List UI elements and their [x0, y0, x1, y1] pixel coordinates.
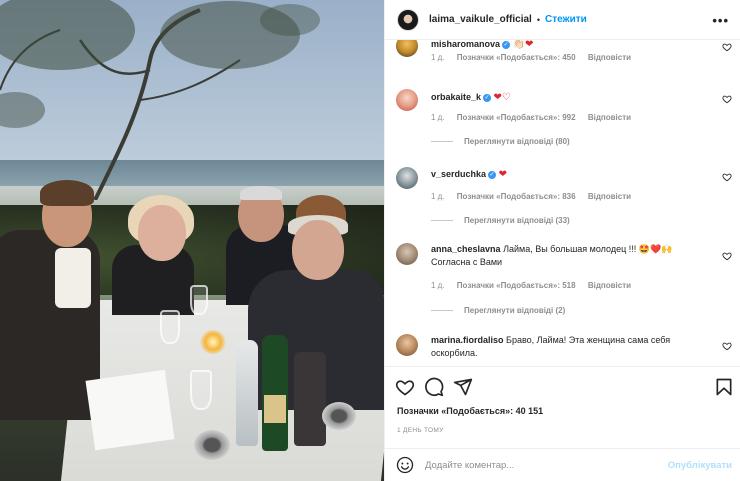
view-replies-label: Переглянути відповіді (80) [464, 137, 570, 146]
photo-person-4-head [292, 220, 344, 280]
verified-badge-icon: ✓ [488, 170, 497, 179]
author-avatar[interactable] [397, 8, 419, 31]
comment-username[interactable]: anna_cheslavna [431, 244, 501, 254]
comment-input[interactable] [425, 456, 655, 474]
header-separator: • [536, 14, 540, 25]
comments-list[interactable]: misharomanova ✓ 👏🏻❤ 1 д. Позначки «Подоба… [385, 40, 740, 366]
photo-tree [0, 0, 320, 200]
photo-candle [200, 330, 226, 354]
view-replies-button[interactable]: Переглянути відповіді (80) [431, 137, 570, 146]
comment-username[interactable]: orbakaite_k [431, 92, 481, 102]
comment-meta: 1 д. Позначки «Подобається»: 518 Відпові… [431, 281, 641, 290]
reply-button[interactable]: Відповісти [588, 113, 631, 122]
photo-glass [160, 310, 180, 344]
comment-bubble-icon[interactable] [424, 377, 444, 397]
comment-avatar[interactable] [396, 243, 418, 265]
post-header: laima_vaikule_official • Стежити ••• [385, 0, 740, 40]
post-timestamp[interactable]: 1 ДЕНЬ ТОМУ [397, 427, 444, 434]
replies-divider [431, 141, 453, 142]
photo-water-bottle [236, 340, 258, 446]
photo-wine-bottle [262, 335, 288, 451]
view-replies-button[interactable]: Переглянути відповіді (33) [431, 216, 570, 225]
comment-text: marina.fiordaliso Браво, Лайма! Эта женщ… [431, 334, 701, 360]
photo-person-3-hair [240, 186, 282, 200]
photo-bottle-label [264, 395, 286, 423]
post-photo[interactable] [0, 0, 384, 481]
photo-glass [190, 370, 212, 410]
post-likes-count[interactable]: Позначки «Подобається»: 40 151 [397, 406, 543, 416]
comment-avatar[interactable] [396, 334, 418, 356]
photo-person-1-shirt [55, 248, 91, 308]
comment-username[interactable]: misharomanova [431, 40, 500, 49]
comment-emoji: ❤♡ [493, 92, 511, 104]
comment-likes-count[interactable]: Позначки «Подобається»: 450 [457, 53, 576, 62]
comment-time: 1 д. [431, 281, 445, 290]
view-replies-label: Переглянути відповіді (33) [464, 216, 570, 225]
photo-glass [190, 285, 208, 315]
comment-meta: 1 д. Позначки «Подобається»: 836 Відпові… [431, 192, 641, 201]
comment-likes-count[interactable]: Позначки «Подобається»: 836 [457, 192, 576, 201]
replies-divider [431, 310, 453, 311]
comment-avatar[interactable] [396, 89, 418, 111]
verified-badge-icon: ✓ [502, 40, 511, 49]
comment-likes-count[interactable]: Позначки «Подобається»: 992 [457, 113, 576, 122]
comment-time: 1 д. [431, 53, 445, 62]
reply-button[interactable]: Відповісти [588, 53, 631, 62]
like-comment-heart-icon[interactable] [722, 341, 732, 351]
heart-outline-icon[interactable] [395, 377, 415, 397]
comment-avatar[interactable] [396, 40, 418, 57]
photo-person-1-hair [40, 180, 94, 206]
like-comment-heart-icon[interactable] [722, 172, 732, 182]
add-comment-bar: Опублікувати [385, 448, 740, 481]
comment-likes-count[interactable]: Позначки «Подобається»: 518 [457, 281, 576, 290]
view-replies-label: Переглянути відповіді (2) [464, 306, 566, 315]
post-side-panel: laima_vaikule_official • Стежити ••• mis… [384, 0, 740, 481]
replies-divider [431, 220, 453, 221]
photo-dark-bottle [294, 352, 326, 446]
post-action-bar [385, 366, 740, 406]
comment-time: 1 д. [431, 113, 445, 122]
publish-comment-button[interactable]: Опублікувати [668, 460, 732, 471]
bookmark-icon[interactable] [714, 377, 734, 397]
comment-meta: 1 д. Позначки «Подобається»: 992 Відпові… [431, 113, 641, 122]
paper-plane-icon[interactable] [453, 377, 473, 397]
photo-ashtray [194, 430, 230, 460]
comment-text: misharomanova ✓ 👏🏻❤ [431, 40, 711, 51]
comment-meta: 1 д. Позначки «Подобається»: 450 Відпові… [431, 53, 641, 62]
like-comment-heart-icon[interactable] [722, 94, 732, 104]
photo-napkin [85, 369, 175, 451]
photo-ashtray [322, 402, 356, 430]
more-options-icon[interactable]: ••• [712, 13, 729, 28]
photo-person-2-head [138, 205, 186, 261]
comment-text: v_serduchka ✓ ❤ [431, 168, 711, 181]
reply-button[interactable]: Відповісти [588, 281, 631, 290]
follow-button[interactable]: Стежити [545, 14, 587, 25]
comment-time: 1 д. [431, 192, 445, 201]
view-replies-button[interactable]: Переглянути відповіді (2) [431, 306, 565, 315]
comment-text: orbakaite_k ✓ ❤♡ [431, 91, 711, 104]
comment-text: anna_cheslavna Лайма, Вы большая молодец… [431, 243, 701, 269]
comment-emoji: 👏🏻❤ [512, 40, 534, 51]
comment-username[interactable]: marina.fiordaliso [431, 335, 504, 345]
comment-emoji: ❤ [498, 169, 507, 181]
author-username[interactable]: laima_vaikule_official [429, 14, 532, 25]
like-comment-heart-icon[interactable] [722, 42, 732, 52]
comment-username[interactable]: v_serduchka [431, 169, 486, 179]
verified-badge-icon: ✓ [483, 93, 492, 102]
reply-button[interactable]: Відповісти [588, 192, 631, 201]
comment-avatar[interactable] [396, 167, 418, 189]
emoji-smile-icon[interactable] [396, 456, 414, 474]
instagram-post-modal: laima_vaikule_official • Стежити ••• mis… [0, 0, 740, 481]
like-comment-heart-icon[interactable] [722, 251, 732, 261]
